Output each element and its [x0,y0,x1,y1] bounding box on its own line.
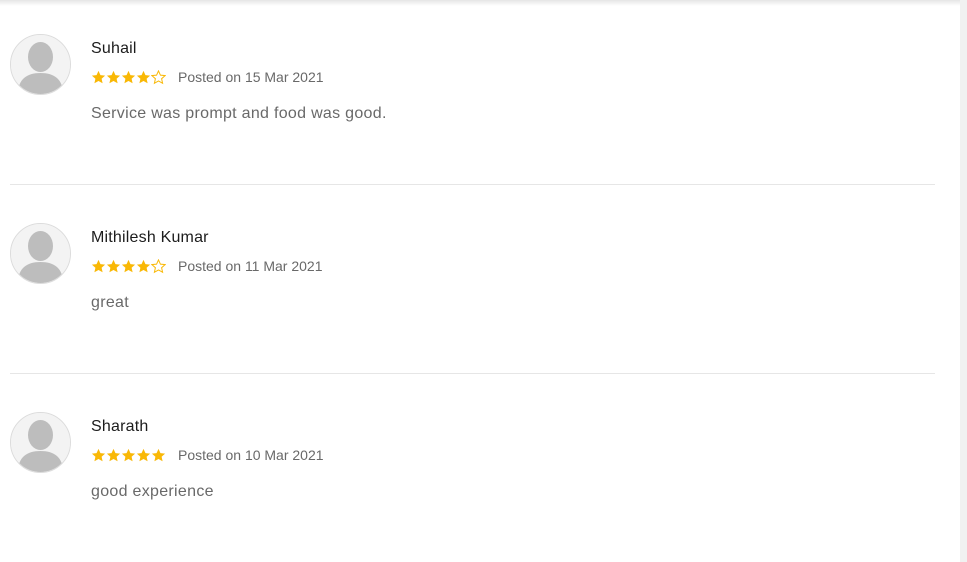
star-filled-icon [91,448,106,461]
posted-date: Posted on 11 Mar 2021 [178,258,323,274]
review-item: Mithilesh Kumar Posted on 11 Mar 2021 gr… [10,223,935,374]
header-shadow [0,0,960,6]
star-filled-icon [91,70,106,83]
review-meta: Posted on 15 Mar 2021 [91,68,324,86]
star-rating [91,69,166,85]
avatar [10,223,71,284]
scrollbar-track[interactable] [960,0,967,562]
star-empty-icon [151,258,166,273]
star-empty-icon [151,69,166,84]
star-filled-icon [151,448,166,461]
review-meta: Posted on 10 Mar 2021 [91,446,324,464]
review-comment: great [91,294,129,311]
star-filled-icon [106,70,121,83]
star-filled-icon [121,448,136,461]
user-silhouette-icon [11,35,70,94]
review-comment: Service was prompt and food was good. [91,105,387,122]
user-silhouette-icon [11,224,70,283]
reviewer-name: Suhail [91,40,137,57]
posted-date: Posted on 15 Mar 2021 [178,69,324,85]
avatar [10,34,71,95]
reviewer-name: Sharath [91,418,149,435]
review-meta: Posted on 11 Mar 2021 [91,257,323,275]
review-item: Sharath Posted on 10 Mar 2021 good exper… [10,412,935,562]
posted-date: Posted on 10 Mar 2021 [178,447,324,463]
star-filled-icon [136,448,151,461]
star-filled-icon [136,259,151,272]
star-filled-icon [121,259,136,272]
avatar [10,412,71,473]
star-filled-icon [91,259,106,272]
star-filled-icon [121,70,136,83]
star-filled-icon [106,259,121,272]
reviewer-name: Mithilesh Kumar [91,229,209,246]
star-filled-icon [106,448,121,461]
review-list: Suhail Posted on 15 Mar 2021 Service was… [10,34,935,562]
review-comment: good experience [91,483,214,500]
star-rating [91,258,166,274]
review-item: Suhail Posted on 15 Mar 2021 Service was… [10,34,935,185]
user-silhouette-icon [11,413,70,472]
star-rating [91,448,166,463]
star-filled-icon [136,70,151,83]
